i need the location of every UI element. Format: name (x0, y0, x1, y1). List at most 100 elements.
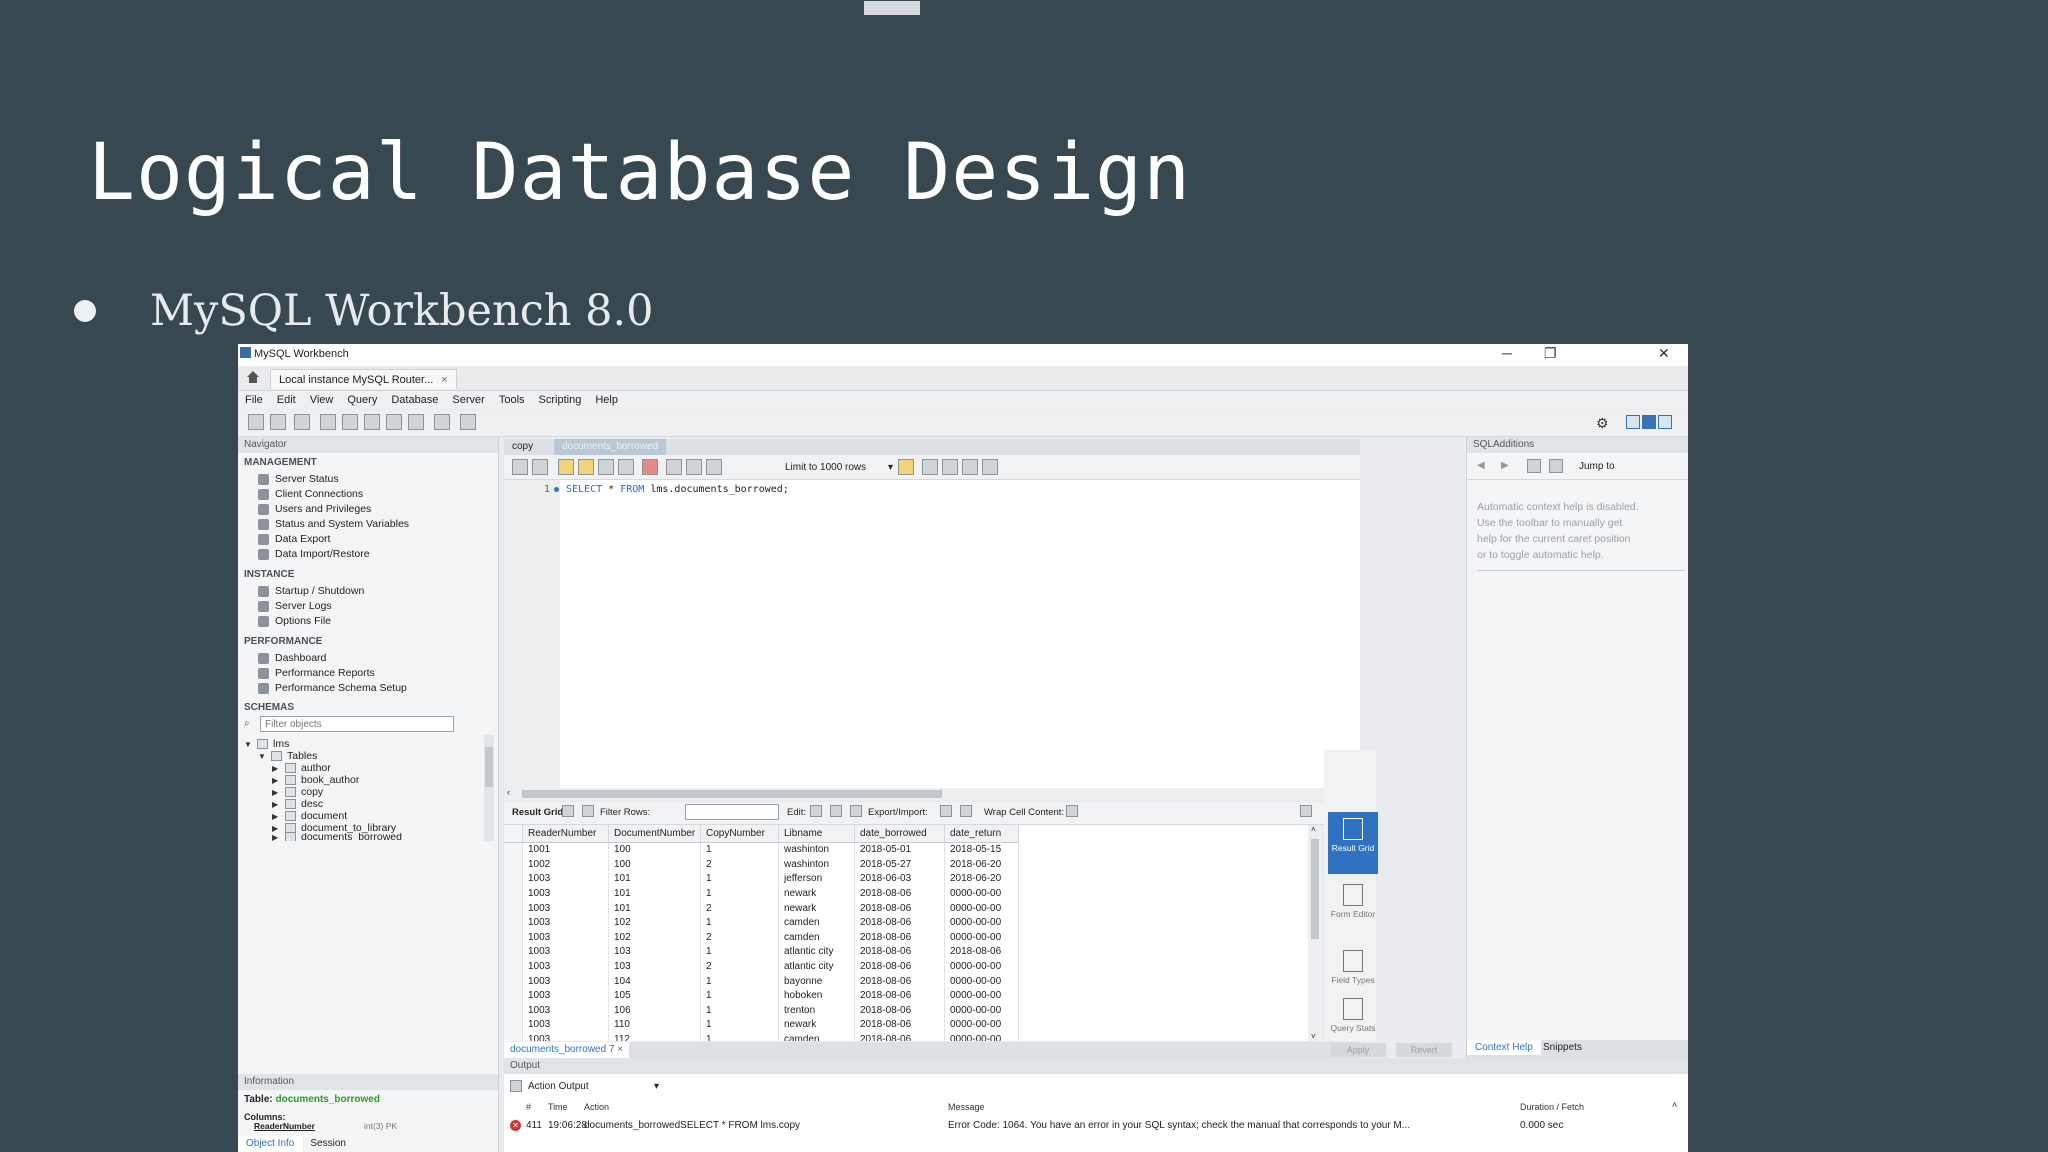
reconnect-icon[interactable] (460, 414, 476, 430)
table-cell[interactable]: atlantic city (778, 945, 855, 960)
tab-object-info[interactable]: Object Info (238, 1136, 303, 1152)
row-selector[interactable] (504, 945, 523, 960)
table-cell[interactable]: 2018-08-06 (854, 915, 945, 931)
save-icon[interactable] (532, 459, 548, 475)
scroll-left-icon[interactable]: ‹ (507, 787, 510, 797)
row-selector[interactable] (504, 886, 523, 902)
table-row[interactable]: 1002 100 2 washinton 2018-05-27 2018-06-20 (504, 857, 1019, 873)
row-selector[interactable] (504, 1018, 523, 1033)
edit-row-icon[interactable] (810, 805, 822, 817)
back-icon[interactable]: ◀ (1477, 460, 1485, 471)
column-header[interactable]: Libname (778, 825, 855, 843)
beautify-icon[interactable] (898, 459, 914, 475)
output-row[interactable]: ✕ 411 19:06:28 documents_borrowedSELECT … (504, 1118, 1688, 1134)
scroll-up-icon[interactable]: ˄ (1672, 1100, 1677, 1110)
table-cell[interactable]: 1003 (522, 915, 609, 931)
close-tab-icon[interactable]: × (441, 374, 447, 386)
table-cell[interactable]: 1 (700, 988, 779, 1004)
table-cell[interactable]: 0000-00-00 (944, 988, 1019, 1004)
nav-options-file[interactable]: Options File (258, 614, 331, 628)
table-cell[interactable]: 1003 (522, 974, 609, 989)
nav-server-status[interactable]: Server Status (258, 472, 339, 486)
scroll-thumb[interactable] (522, 790, 942, 798)
table-cell[interactable]: camden (778, 930, 855, 946)
create-table-icon[interactable] (342, 414, 358, 430)
table-row[interactable]: 1001 100 1 washinton 2018-05-01 2018-05-15 (504, 842, 1019, 858)
manual-help-icon[interactable] (1527, 459, 1541, 473)
table-cell[interactable]: newark (778, 886, 855, 902)
row-selector[interactable] (504, 1032, 523, 1041)
table-cell[interactable]: 2018-08-06 (944, 945, 1019, 960)
table-row[interactable]: 1003 102 1 camden 2018-08-06 0000-00-00 (504, 915, 1019, 931)
table-cell[interactable]: 0000-00-00 (944, 974, 1019, 989)
table-row[interactable]: 1003 101 1 newark 2018-08-06 0000-00-00 (504, 886, 1019, 902)
table-cell[interactable]: washinton (778, 857, 855, 873)
filter-rows-input[interactable] (685, 804, 779, 820)
table-cell[interactable]: 2 (700, 901, 779, 916)
table-cell[interactable]: 1 (700, 1018, 779, 1033)
table-cell[interactable]: 0000-00-00 (944, 1032, 1019, 1041)
table-cell[interactable]: 110 (608, 1018, 701, 1033)
nav-data-export[interactable]: Data Export (258, 532, 330, 546)
table-cell[interactable]: 1003 (522, 901, 609, 916)
table-cell[interactable]: 1003 (522, 945, 609, 960)
expand-arrow-icon[interactable]: ▼ (244, 740, 252, 749)
table-cell[interactable]: 105 (608, 988, 701, 1004)
table-row[interactable]: 1003 101 1 jefferson 2018-06-03 2018-06-20 (504, 872, 1019, 887)
collapse-arrow-icon[interactable]: ▶ (272, 812, 280, 821)
table-cell[interactable]: 2018-08-06 (854, 945, 945, 960)
table-cell[interactable]: 106 (608, 1003, 701, 1019)
table-row[interactable]: 1003 104 1 bayonne 2018-08-06 0000-00-00 (504, 974, 1019, 989)
side-tab-form-editor[interactable]: Form Editor (1328, 878, 1378, 940)
execute-current-icon[interactable] (578, 459, 594, 475)
table-cell[interactable]: 2018-08-06 (854, 901, 945, 916)
column-header[interactable]: date_return (944, 825, 1019, 843)
nav-status-variables[interactable]: Status and System Variables (258, 517, 409, 531)
table-cell[interactable]: 2018-08-06 (854, 886, 945, 902)
row-selector[interactable] (504, 1003, 523, 1019)
table-cell[interactable]: 1 (700, 1032, 779, 1041)
table-cell[interactable]: 1 (700, 842, 779, 858)
menu-view[interactable]: View (303, 394, 341, 406)
auto-help-icon[interactable] (1549, 459, 1563, 473)
search-icon[interactable] (942, 459, 958, 475)
menu-edit[interactable]: Edit (270, 394, 303, 406)
table-cell[interactable]: 1003 (522, 1032, 609, 1041)
open-sql-script-icon[interactable] (270, 414, 286, 430)
table-cell[interactable]: 2 (700, 930, 779, 946)
table-cell[interactable]: 1 (700, 872, 779, 887)
table-cell[interactable]: 103 (608, 959, 701, 975)
collapse-arrow-icon[interactable]: ▶ (272, 764, 280, 773)
table-cell[interactable]: 1003 (522, 872, 609, 887)
table-cell[interactable]: 0000-00-00 (944, 1018, 1019, 1033)
table-cell[interactable]: atlantic city (778, 959, 855, 975)
tab-documents-borrowed[interactable]: documents_borrowed (554, 439, 667, 455)
create-view-icon[interactable] (364, 414, 380, 430)
row-selector[interactable] (504, 842, 523, 858)
table-cell[interactable]: 1003 (522, 930, 609, 946)
table-row[interactable]: 1003 112 1 camden 2018-08-06 0000-00-00 (504, 1032, 1019, 1041)
schema-filter-input[interactable] (260, 716, 454, 732)
table-row[interactable]: 1003 103 1 atlantic city 2018-08-06 2018-08-0… (504, 945, 1019, 960)
table-cell[interactable]: 100 (608, 857, 701, 873)
result-vscrollbar[interactable]: ˄ ˅ (1308, 825, 1322, 1041)
table-row[interactable]: 1003 103 2 atlantic city 2018-08-06 0000-00-0… (504, 959, 1019, 975)
table-cell[interactable]: 0000-00-00 (944, 959, 1019, 975)
autocommit-icon[interactable] (706, 459, 722, 475)
nav-startup-shutdown[interactable]: Startup / Shutdown (258, 584, 364, 598)
import-icon[interactable] (960, 805, 972, 817)
nav-performance-schema[interactable]: Performance Schema Setup (258, 681, 407, 695)
menu-help[interactable]: Help (588, 394, 625, 406)
table-cell[interactable]: 1 (700, 886, 779, 902)
home-icon[interactable] (246, 370, 260, 384)
expand-arrow-icon[interactable]: ▼ (258, 752, 266, 761)
grid-icon[interactable] (562, 805, 574, 817)
new-sql-tab-icon[interactable] (248, 414, 264, 430)
collapse-arrow-icon[interactable]: ▶ (272, 833, 280, 841)
table-cell[interactable]: 2018-05-01 (854, 842, 945, 858)
column-header[interactable]: date_borrowed (854, 825, 945, 843)
table-cell[interactable]: 112 (608, 1032, 701, 1041)
table-cell[interactable]: 1003 (522, 1003, 609, 1019)
table-cell[interactable]: 101 (608, 872, 701, 887)
table-cell[interactable]: 2 (700, 959, 779, 975)
